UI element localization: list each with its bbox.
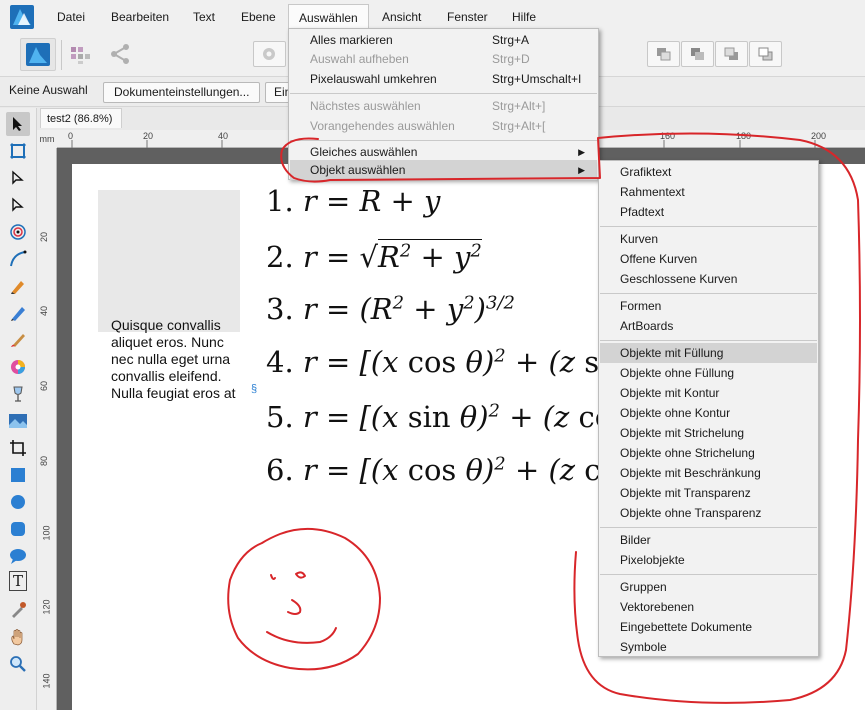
- ruler-tick: 100: [41, 525, 52, 541]
- node-tool-icon[interactable]: [6, 166, 30, 190]
- submenu-item-groups[interactable]: Gruppen: [600, 577, 817, 597]
- fill-tool-icon[interactable]: [6, 355, 30, 379]
- submenu-item-objects-without-fill[interactable]: Objekte ohne Füllung: [600, 363, 817, 383]
- pencil-tool-icon[interactable]: [6, 301, 30, 325]
- arrange-back-icon[interactable]: [647, 41, 680, 67]
- submenu-item-closed-curves[interactable]: Geschlossene Kurven: [600, 269, 817, 289]
- zoom-tool-icon[interactable]: [6, 652, 30, 676]
- transparency-tool-icon[interactable]: [6, 382, 30, 406]
- menu-item-select-object[interactable]: Objekt auswählen ▶: [290, 160, 597, 180]
- submenu-item-objects-with-stroke[interactable]: Objekte mit Kontur: [600, 383, 817, 403]
- move-tool-icon[interactable]: [6, 112, 30, 136]
- menu-ebene[interactable]: Ebene: [241, 0, 276, 33]
- select-object-submenu: Grafiktext Rahmentext Pfadtext Kurven Of…: [598, 160, 819, 657]
- export-persona-icon[interactable]: [108, 42, 132, 66]
- submenu-item-objects-with-constraint[interactable]: Objekte mit Beschränkung: [600, 463, 817, 483]
- tools-panel: T: [0, 108, 37, 710]
- submenu-item-artistic-text[interactable]: Grafiktext: [600, 162, 817, 182]
- equation-2[interactable]: 2. r = √R2 + y2: [266, 239, 482, 274]
- select-menu-dropdown: Alles markieren Strg+A Auswahl aufheben St…: [288, 28, 599, 180]
- document-settings-button[interactable]: Dokumenteinstellungen...: [103, 82, 261, 103]
- submenu-item-objects-with-fill[interactable]: Objekte mit Füllung: [600, 343, 817, 363]
- contour-tool-icon[interactable]: [6, 220, 30, 244]
- body-text-frame[interactable]: Quisque convallis aliquet eros. Nunc nec…: [111, 317, 251, 402]
- equation-5[interactable]: 5. r = [(x sin θ)2 + (z cos: [266, 400, 627, 434]
- selection-status: Keine Auswahl: [9, 83, 88, 97]
- submenu-item-open-curves[interactable]: Offene Kurven: [600, 249, 817, 269]
- menu-item-select-same[interactable]: Gleiches auswählen ▶: [290, 142, 597, 162]
- gray-rectangle-shape[interactable]: [98, 190, 240, 332]
- arrange-backward-icon[interactable]: [681, 41, 714, 67]
- ruler-tick: 80: [39, 455, 50, 467]
- submenu-item-pixel-objects[interactable]: Pixelobjekte: [600, 550, 817, 570]
- hand-tool-icon[interactable]: [6, 625, 30, 649]
- ruler-tick: 60: [39, 380, 50, 392]
- submenu-item-objects-without-dash[interactable]: Objekte ohne Strichelung: [600, 443, 817, 463]
- vertical-ruler[interactable]: 20 40 60 80 100 120 140: [37, 130, 57, 710]
- submenu-item-objects-with-dash[interactable]: Objekte mit Strichelung: [600, 423, 817, 443]
- submenu-item-curves[interactable]: Kurven: [600, 229, 817, 249]
- point-transform-tool-icon[interactable]: [6, 193, 30, 217]
- ruler-tick: 40: [39, 305, 50, 317]
- equation-1[interactable]: 1. r = R + y: [266, 184, 440, 218]
- color-picker-tool-icon[interactable]: [6, 598, 30, 622]
- menu-item-invert-pixel-selection[interactable]: Pixelauswahl umkehren Strg+Umschalt+I: [290, 69, 597, 89]
- ruler-tick: 20: [39, 231, 50, 243]
- submenu-item-embedded-documents[interactable]: Eingebettete Dokumente: [600, 617, 817, 637]
- app-logo[interactable]: [10, 5, 34, 29]
- submenu-arrow-icon: ▶: [578, 165, 585, 175]
- equation-3[interactable]: 3. r = (R2 + y2)3/2: [266, 292, 515, 326]
- rectangle-tool-icon[interactable]: [6, 463, 30, 487]
- equation-4[interactable]: 4. r = [(x cos θ)2 + (z sin: [266, 345, 627, 379]
- submenu-arrow-icon: ▶: [578, 147, 585, 157]
- ruler-tick: 120: [41, 599, 52, 615]
- submenu-item-shapes[interactable]: Formen: [600, 296, 817, 316]
- ruler-tick: 140: [41, 673, 52, 689]
- menu-item-deselect[interactable]: Auswahl aufheben Strg+D: [290, 49, 597, 69]
- submenu-item-objects-with-transparency[interactable]: Objekte mit Transparenz: [600, 483, 817, 503]
- pixel-persona-icon[interactable]: [68, 42, 92, 66]
- submenu-item-symbols[interactable]: Symbole: [600, 637, 817, 657]
- text-overflow-icon[interactable]: §: [251, 383, 257, 395]
- submenu-item-objects-without-stroke[interactable]: Objekte ohne Kontur: [600, 403, 817, 423]
- menu-datei[interactable]: Datei: [57, 0, 85, 33]
- vector-brush-tool-icon[interactable]: [6, 328, 30, 352]
- submenu-item-artboards[interactable]: ArtBoards: [600, 316, 817, 336]
- menu-text[interactable]: Text: [193, 0, 215, 33]
- callout-tool-icon[interactable]: [6, 544, 30, 568]
- designer-persona-button[interactable]: [20, 38, 56, 71]
- menu-item-select-next[interactable]: Nächstes auswählen Strg+Alt+]: [290, 96, 597, 116]
- submenu-item-objects-without-transparency[interactable]: Objekte ohne Transparenz: [600, 503, 817, 523]
- submenu-item-images[interactable]: Bilder: [600, 530, 817, 550]
- ruler-unit[interactable]: mm: [37, 130, 57, 148]
- place-image-tool-icon[interactable]: [6, 409, 30, 433]
- equation-6[interactable]: 6. r = [(x cos θ)2 + (z cos: [266, 453, 633, 487]
- text-tool-icon[interactable]: T: [9, 571, 27, 591]
- artboard-tool-icon[interactable]: [6, 139, 30, 163]
- submenu-item-vector-layers[interactable]: Vektorebenen: [600, 597, 817, 617]
- arrange-front-icon[interactable]: [749, 41, 782, 67]
- submenu-item-frame-text[interactable]: Rahmentext: [600, 182, 817, 202]
- menu-bearbeiten[interactable]: Bearbeiten: [111, 0, 169, 33]
- flower-icon[interactable]: [253, 41, 286, 67]
- menu-item-select-previous[interactable]: Vorangehendes auswählen Strg+Alt+[: [290, 116, 597, 136]
- corner-tool-icon[interactable]: [6, 247, 30, 271]
- arrange-forward-icon[interactable]: [715, 41, 748, 67]
- menu-item-select-all[interactable]: Alles markieren Strg+A: [290, 30, 597, 50]
- crop-tool-icon[interactable]: [6, 436, 30, 460]
- submenu-item-path-text[interactable]: Pfadtext: [600, 202, 817, 222]
- rounded-rectangle-tool-icon[interactable]: [6, 517, 30, 541]
- document-tab[interactable]: test2 (86.8%): [40, 108, 122, 128]
- ellipse-tool-icon[interactable]: [6, 490, 30, 514]
- pen-tool-icon[interactable]: [6, 274, 30, 298]
